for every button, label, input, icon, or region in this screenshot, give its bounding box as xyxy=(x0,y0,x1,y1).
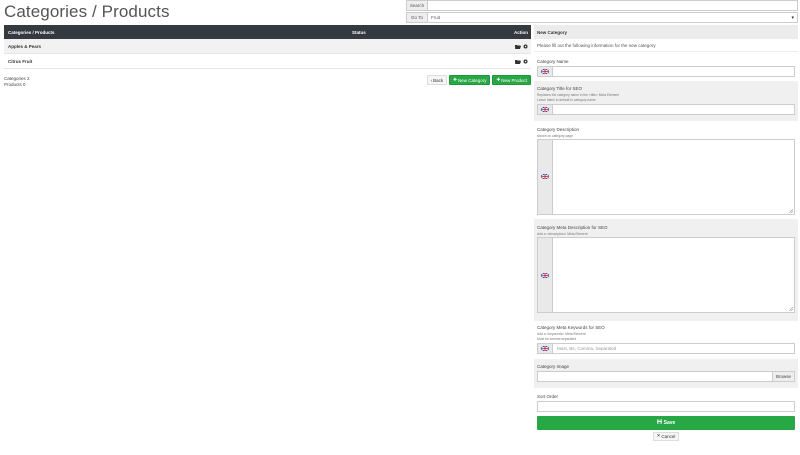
search-input[interactable] xyxy=(427,0,798,11)
cancel-wrap: ✕ Cancel xyxy=(537,431,795,441)
gear-icon[interactable] xyxy=(523,59,528,64)
image-group: Category Image Browse xyxy=(534,358,798,388)
keywords-help: Add a <keywords> Meta Element xyxy=(537,332,586,337)
new-category-panel: New Category Please fill out the followi… xyxy=(534,25,798,444)
meta-description-inputgroup xyxy=(537,237,795,314)
header-status: Status xyxy=(352,29,366,35)
save-button[interactable]: Save xyxy=(537,415,795,430)
search-label: Search xyxy=(406,0,427,11)
goto-label: Go To xyxy=(406,12,427,23)
uk-flag-icon xyxy=(537,237,552,314)
description-inputgroup xyxy=(537,138,795,215)
row-actions xyxy=(515,59,528,64)
save-label: Save xyxy=(663,419,676,426)
table-row[interactable]: Apples & Pears xyxy=(4,39,531,54)
table-actions: ‹ Back ✚ New Category ✚ New Product xyxy=(426,75,531,85)
goto-value: Fruit xyxy=(431,15,440,20)
keywords-label: Category Meta Keywords for SEO xyxy=(537,325,605,331)
cancel-label: Cancel xyxy=(661,433,676,439)
close-icon: ✕ xyxy=(656,433,661,439)
table-row[interactable]: Citrus Fruit xyxy=(4,54,531,69)
floppy-disk-icon xyxy=(656,419,662,426)
meta-description-help: Add a <description> Meta Element xyxy=(537,231,588,236)
search-row: Search xyxy=(406,0,798,11)
keywords-group: Category Meta Keywords for SEO Add a <ke… xyxy=(534,321,798,359)
header-name: Categories / Products xyxy=(8,29,55,35)
new-category-label: New Category xyxy=(457,77,487,83)
plus-icon: ✚ xyxy=(453,77,457,82)
category-name-label: Category Name xyxy=(537,59,569,64)
sort-order-inputgroup xyxy=(537,400,795,412)
chevron-left-icon: ‹ xyxy=(430,77,433,83)
meta-description-textarea[interactable] xyxy=(552,237,795,314)
folder-open-icon[interactable] xyxy=(515,59,521,64)
folder-open-icon[interactable] xyxy=(515,44,521,49)
browse-button[interactable]: Browse xyxy=(773,370,795,382)
description-textarea[interactable] xyxy=(552,138,795,215)
back-label: Back xyxy=(433,77,444,83)
quick-nav: Search Go To Fruit ▾ xyxy=(406,0,798,24)
header-action: Action xyxy=(514,29,528,35)
resize-handle-icon[interactable] xyxy=(789,307,793,312)
category-name-inputgroup xyxy=(537,66,795,77)
keywords-inputgroup: Must, Be, Comma, Separated xyxy=(537,342,795,354)
page-title: Categories / Products xyxy=(4,2,170,21)
uk-flag-icon xyxy=(537,138,552,215)
row-name[interactable]: Citrus Fruit xyxy=(8,59,32,64)
keywords-input[interactable]: Must, Be, Comma, Separated xyxy=(552,342,795,354)
uk-flag-icon xyxy=(537,103,552,115)
category-table: Categories / Products Status Action Appl… xyxy=(4,25,531,69)
sort-order-input[interactable] xyxy=(537,400,795,412)
caret-down-icon: ▾ xyxy=(791,15,794,21)
form-actions: Save ✕ Cancel xyxy=(534,415,798,444)
plus-icon: ✚ xyxy=(496,77,501,82)
back-button[interactable]: ‹ Back xyxy=(426,75,448,85)
seo-title-inputgroup xyxy=(537,103,795,115)
row-name[interactable]: Apples & Pears xyxy=(8,44,41,49)
seo-title-help-2: Leave blank to default to category name xyxy=(537,98,596,103)
new-product-label: New Product xyxy=(501,77,527,83)
seo-title-help: Replaces the category name in the <title… xyxy=(537,93,620,97)
row-actions xyxy=(515,44,528,49)
gear-icon[interactable] xyxy=(523,44,528,49)
category-name-group: Category Name xyxy=(534,52,798,81)
cancel-button[interactable]: ✕ Cancel xyxy=(652,431,680,441)
goto-select[interactable]: Fruit ▾ xyxy=(427,12,798,23)
sort-order-label: Sort Order xyxy=(537,393,559,399)
panel-title: New Category xyxy=(534,25,798,39)
item-counts: Categories 2 Products 0 xyxy=(4,76,30,88)
seo-title-group: Category Title for SEO Replaces the cate… xyxy=(534,81,798,121)
sort-order-group: Sort Order xyxy=(534,388,798,414)
panel-intro: Please fill out the following informatio… xyxy=(534,39,798,52)
seo-title-label: Category Title for SEO xyxy=(537,86,583,91)
meta-description-label: Category Meta Description for SEO xyxy=(537,224,608,230)
product-count: Products 0 xyxy=(4,82,26,87)
keywords-help-2: Must be comma separated xyxy=(537,337,577,342)
new-category-button[interactable]: ✚ New Category xyxy=(449,75,491,85)
uk-flag-icon xyxy=(537,342,552,354)
image-label: Category Image xyxy=(537,363,570,369)
description-group: Category Description shown on category p… xyxy=(534,121,798,219)
meta-description-group: Category Meta Description for SEO Add a … xyxy=(534,218,798,322)
seo-title-input[interactable] xyxy=(552,103,795,115)
resize-handle-icon[interactable] xyxy=(789,208,793,213)
image-inputgroup: Browse xyxy=(537,370,795,382)
description-help: shown on category page xyxy=(537,133,573,138)
description-label: Category Description xyxy=(537,126,580,132)
new-product-button[interactable]: ✚ New Product xyxy=(492,75,531,85)
category-name-input[interactable] xyxy=(552,66,795,77)
table-header: Categories / Products Status Action xyxy=(4,25,531,39)
uk-flag-icon xyxy=(537,66,552,77)
goto-row: Go To Fruit ▾ xyxy=(406,12,798,23)
image-file-input[interactable] xyxy=(537,370,773,382)
